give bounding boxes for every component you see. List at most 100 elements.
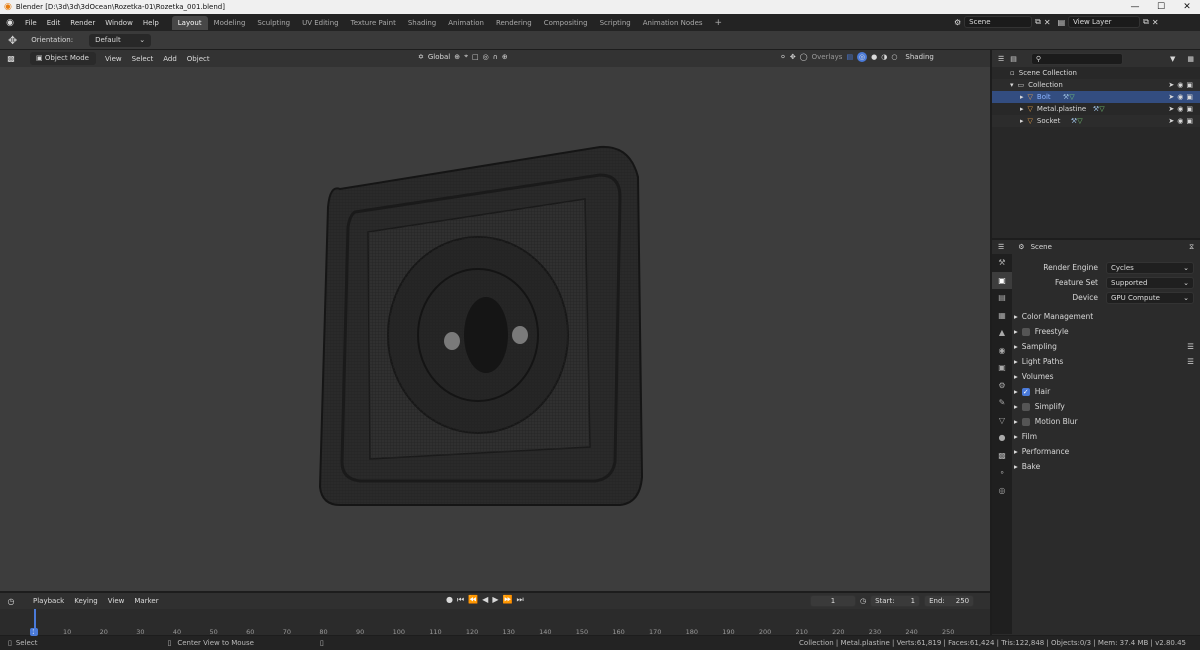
- view-object-types-icon[interactable]: ⚪: [780, 53, 786, 61]
- wireframe-shading-icon[interactable]: ◎: [857, 52, 868, 62]
- menu-file[interactable]: File: [20, 19, 42, 27]
- feature-set-dropdown[interactable]: Supported ⌄: [1106, 276, 1194, 289]
- tab-layout[interactable]: Layout: [171, 15, 208, 30]
- playhead[interactable]: [34, 609, 36, 635]
- 3d-viewport[interactable]: [0, 67, 990, 591]
- jump-start-icon[interactable]: ⏮: [457, 595, 464, 605]
- orientation-dropdown[interactable]: Default ⌄: [89, 33, 152, 47]
- tab-scripting[interactable]: Scripting: [594, 16, 637, 30]
- viewport-menu-add[interactable]: Add: [158, 55, 182, 63]
- tab-constraints-icon[interactable]: ●: [992, 429, 1012, 447]
- panel-light-paths[interactable]: ▸ Light Paths ☰: [1014, 354, 1198, 369]
- scene-icon[interactable]: ⚙: [954, 18, 961, 27]
- add-workspace-button[interactable]: +: [709, 16, 729, 30]
- tab-output-icon[interactable]: ▤: [992, 289, 1012, 307]
- panel-film[interactable]: ▸ Film: [1014, 429, 1198, 444]
- timeline-menu-keying[interactable]: Keying: [69, 597, 103, 605]
- tab-animation-nodes[interactable]: Animation Nodes: [637, 16, 709, 30]
- play-reverse-icon[interactable]: ◀: [482, 595, 488, 605]
- tab-uv-editing[interactable]: UV Editing: [296, 16, 345, 30]
- expand-arrow-icon[interactable]: ▸: [1020, 93, 1024, 101]
- prev-keyframe-icon[interactable]: ⏪: [468, 595, 478, 605]
- collection-visibility-icons[interactable]: ➤◉▣: [1168, 81, 1196, 89]
- xray-toggle-icon[interactable]: ▤: [846, 53, 853, 61]
- hair-checkbox[interactable]: ✓: [1021, 387, 1030, 396]
- minimize-button[interactable]: —: [1122, 0, 1148, 14]
- panel-color-management[interactable]: ▸ Color Management: [1014, 309, 1198, 324]
- outliner-item-metal-plastine[interactable]: ▸ ▽ Metal.plastine ⚒ ▽ ➤◉▣: [992, 103, 1200, 115]
- new-view-layer-icon[interactable]: ⧉: [1143, 17, 1149, 27]
- properties-editor-type-icon[interactable]: ☰: [998, 243, 1004, 251]
- timeline-menu-view[interactable]: View: [103, 597, 130, 605]
- timeline-editor-type-icon[interactable]: ◷: [0, 597, 22, 606]
- current-frame-field[interactable]: 1: [810, 595, 856, 607]
- delete-view-layer-icon[interactable]: ✕: [1152, 18, 1159, 27]
- simplify-checkbox[interactable]: [1021, 402, 1030, 411]
- gizmo-toggle-icon[interactable]: ✥: [790, 53, 796, 61]
- expand-arrow-icon[interactable]: ▸: [1020, 105, 1024, 113]
- timeline-area[interactable]: 1102030405060708090100110120130140150160…: [0, 609, 990, 636]
- presets-list-icon[interactable]: ☰: [1187, 357, 1194, 366]
- tab-material-icon[interactable]: ∘: [992, 464, 1012, 482]
- tab-modeling[interactable]: Modeling: [208, 16, 252, 30]
- pin-icon[interactable]: ⧖: [1189, 243, 1194, 252]
- timeline-menu-marker[interactable]: Marker: [129, 597, 163, 605]
- shading-dropdown[interactable]: Shading: [905, 53, 933, 61]
- outliner-item-bolt[interactable]: ▸ ▽ Bolt ⚒ ▽ ➤◉▣: [992, 91, 1200, 103]
- panel-motion-blur[interactable]: ▸ Motion Blur: [1014, 414, 1198, 429]
- end-frame-field[interactable]: End: 250: [924, 595, 975, 607]
- timeline-menu-playback[interactable]: Playback: [28, 597, 69, 605]
- tab-render-icon[interactable]: ▣: [992, 271, 1012, 289]
- panel-performance[interactable]: ▸ Performance: [1014, 444, 1198, 459]
- device-dropdown[interactable]: GPU Compute ⌄: [1106, 291, 1194, 304]
- move-tool-icon[interactable]: ✥: [8, 34, 17, 47]
- overlays-dropdown[interactable]: Overlays: [812, 53, 843, 61]
- outliner-item-socket[interactable]: ▸ ▽ Socket ⚒ ▽ ➤◉▣: [992, 115, 1200, 127]
- panel-freestyle[interactable]: ▸ Freestyle: [1014, 324, 1198, 339]
- tab-modifiers-icon[interactable]: ⚙: [992, 377, 1012, 395]
- next-keyframe-icon[interactable]: ⏩: [502, 595, 512, 605]
- blender-menu-icon[interactable]: ◉: [0, 18, 20, 28]
- motion-blur-checkbox[interactable]: [1021, 417, 1030, 426]
- maximize-button[interactable]: ☐: [1148, 0, 1174, 14]
- panel-simplify[interactable]: ▸ Simplify: [1014, 399, 1198, 414]
- outliner-search-input[interactable]: ⚲: [1030, 52, 1123, 65]
- menu-edit[interactable]: Edit: [42, 19, 66, 27]
- tab-texture-paint[interactable]: Texture Paint: [345, 16, 402, 30]
- item-visibility-icons[interactable]: ➤◉▣: [1168, 105, 1196, 113]
- menu-help[interactable]: Help: [138, 19, 164, 27]
- tab-tool-icon[interactable]: ⚒: [992, 254, 1012, 272]
- tab-compositing[interactable]: Compositing: [538, 16, 594, 30]
- tab-texture-icon[interactable]: ◎: [992, 482, 1012, 500]
- viewport-menu-select[interactable]: Select: [127, 55, 159, 63]
- menu-window[interactable]: Window: [100, 19, 138, 27]
- solid-shading-icon[interactable]: ●: [871, 53, 877, 61]
- scene-collection-row[interactable]: ▫ Scene Collection: [992, 67, 1200, 79]
- transform-orientation-dropdown[interactable]: Global: [428, 53, 450, 61]
- panel-volumes[interactable]: ▸ Volumes: [1014, 369, 1198, 384]
- falloff-icon[interactable]: ∩: [493, 53, 498, 61]
- start-frame-field[interactable]: Start: 1: [870, 595, 921, 607]
- play-icon[interactable]: ▶: [492, 595, 498, 605]
- material-shading-icon[interactable]: ◑: [881, 53, 887, 61]
- gizmo-icon[interactable]: ⊕: [502, 53, 508, 61]
- tab-object-icon[interactable]: ▣: [992, 359, 1012, 377]
- scene-name-field[interactable]: Scene: [964, 16, 1033, 28]
- viewport-menu-object[interactable]: Object: [182, 55, 215, 63]
- preview-range-icon[interactable]: ◷: [860, 597, 866, 605]
- viewport-menu-view[interactable]: View: [100, 55, 127, 63]
- render-engine-dropdown[interactable]: Cycles ⌄: [1106, 261, 1194, 274]
- view-layer-icon[interactable]: ▤: [1058, 18, 1066, 27]
- record-icon[interactable]: ●: [446, 595, 453, 605]
- panel-bake[interactable]: ▸ Bake: [1014, 459, 1198, 474]
- pivot-icon[interactable]: ⊕: [454, 53, 460, 61]
- close-button[interactable]: ✕: [1174, 0, 1200, 14]
- collection-row[interactable]: ▾ ▭ Collection ➤◉▣: [992, 79, 1200, 91]
- display-mode-icon[interactable]: ▤: [1010, 55, 1017, 63]
- tab-rendering[interactable]: Rendering: [490, 16, 538, 30]
- editor-type-icon[interactable]: ▩: [0, 54, 22, 63]
- freestyle-checkbox[interactable]: [1021, 327, 1030, 336]
- tab-particles-icon[interactable]: ✎: [992, 394, 1012, 412]
- proportional-edit-icon[interactable]: ◎: [483, 53, 489, 61]
- view-layer-field[interactable]: View Layer: [1068, 16, 1141, 28]
